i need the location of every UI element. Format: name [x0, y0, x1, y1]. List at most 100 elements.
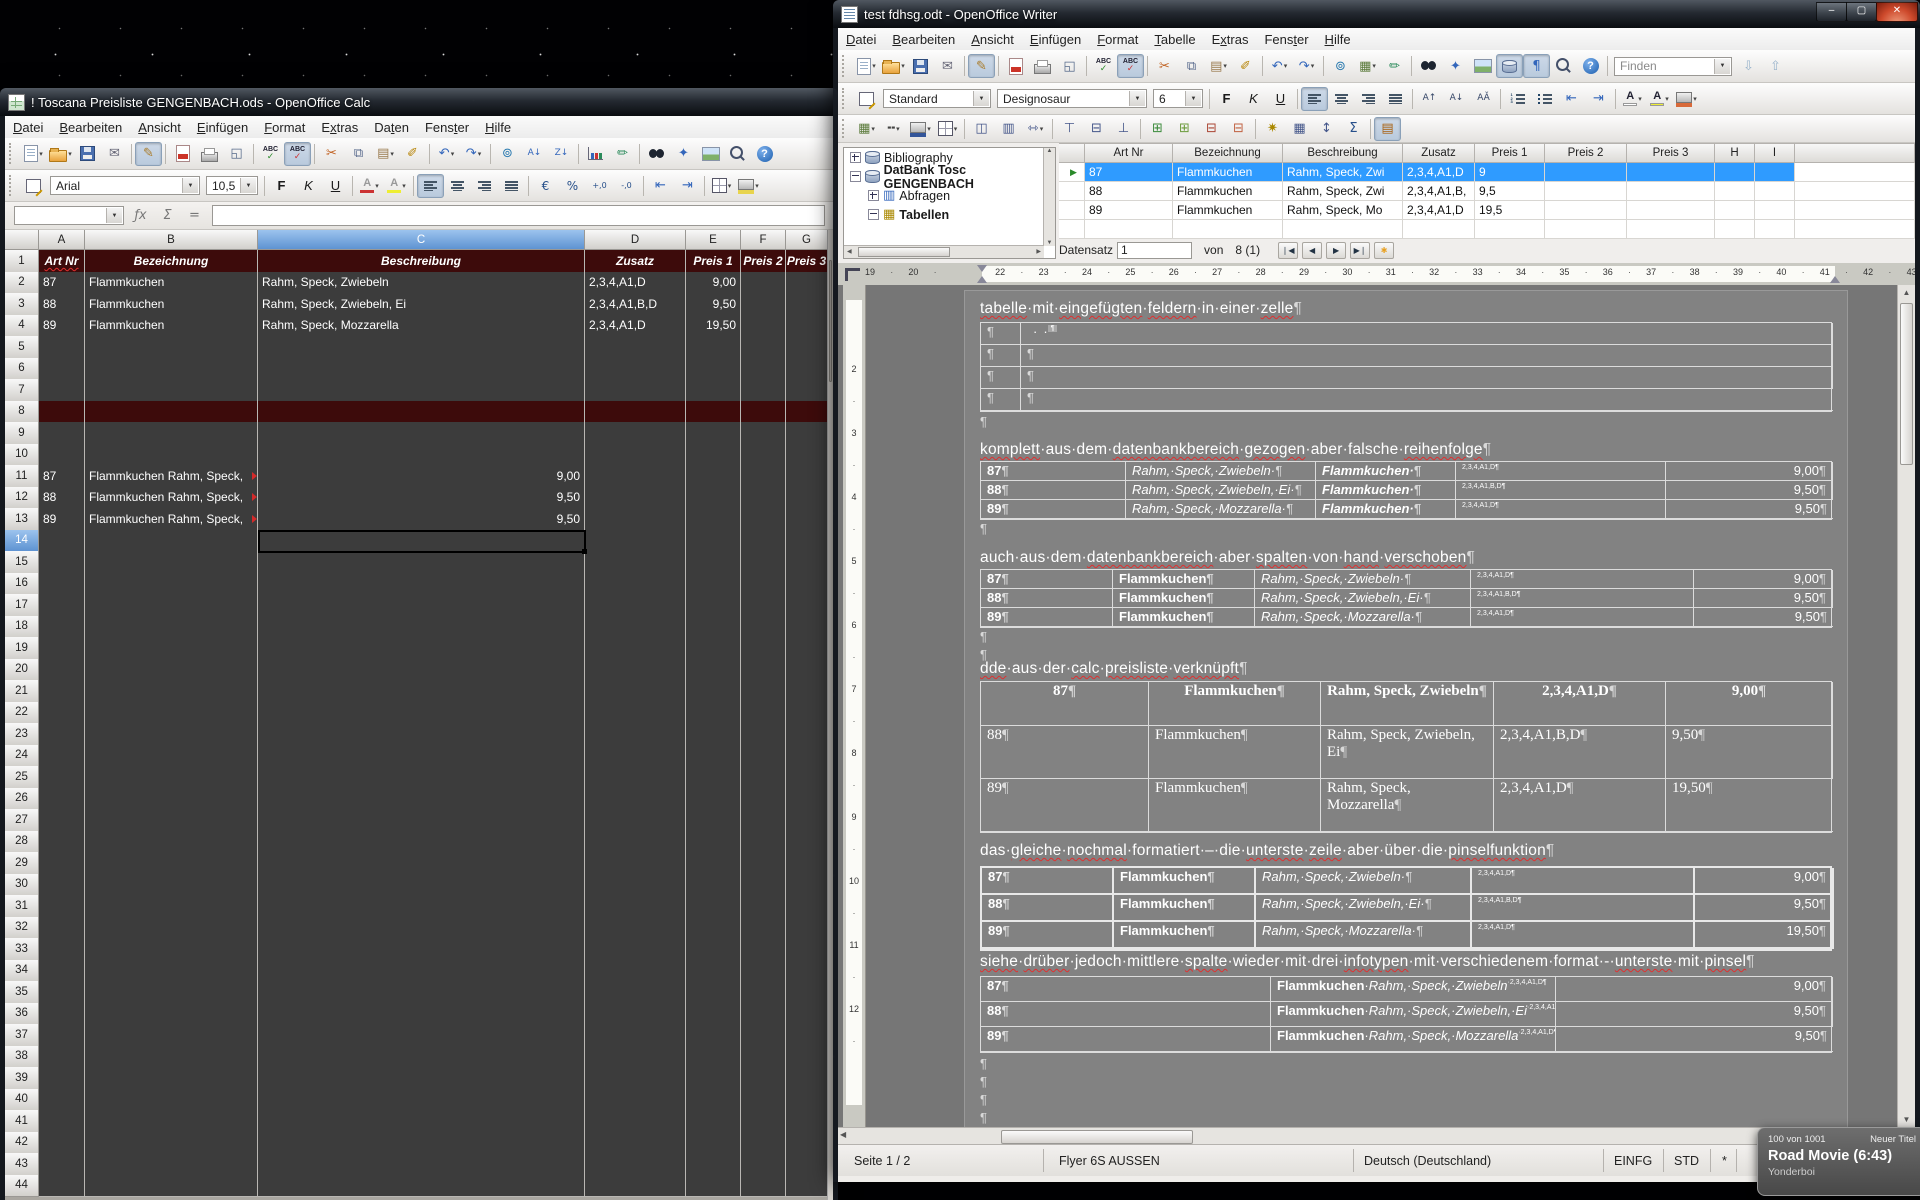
right-indent-marker[interactable] [1830, 276, 1840, 283]
cell-C44[interactable] [258, 1175, 585, 1198]
menu-extras[interactable]: Extras [1204, 30, 1257, 49]
cell-G12[interactable] [786, 487, 828, 510]
doc-table-cell[interactable]: 89¶ [981, 500, 1126, 519]
align-justified-button[interactable] [498, 174, 525, 198]
cell-B30[interactable] [85, 874, 258, 897]
cell-C2[interactable]: Rahm, Speck, Zwiebeln [258, 272, 585, 295]
font-name-combo[interactable]: Designosaur▼ [997, 89, 1147, 108]
background-color-button[interactable]: ▾ [735, 174, 762, 198]
doc-table-cell[interactable]: Flammkuchen·Rahm,·Speck,·Mozzarella·2,3,… [1271, 1027, 1556, 1052]
doc-table-cell[interactable]: Flammkuchen¶ [1113, 570, 1255, 589]
cell-F42[interactable] [741, 1132, 786, 1155]
doc-table-cell[interactable]: Rahm,·Speck,·Zwiebeln,·Ei·¶ [1256, 895, 1472, 922]
doc-table-cell[interactable]: 87¶ [981, 570, 1113, 589]
cell-E22[interactable] [686, 702, 741, 725]
column-header-G[interactable]: G [786, 230, 828, 250]
delete-row-button[interactable]: ⊟ [1198, 117, 1225, 141]
calc-vertical-scrollbar-thumb[interactable] [829, 260, 832, 382]
cell-E35[interactable] [686, 981, 741, 1004]
cell-G33[interactable] [786, 938, 828, 961]
zoom-button[interactable] [1550, 54, 1577, 78]
cell-G24[interactable] [786, 745, 828, 768]
cell-D20[interactable] [585, 659, 686, 682]
selection-mode-field[interactable]: STD [1668, 1145, 1712, 1176]
bold-button[interactable]: F [268, 174, 295, 198]
doc-table[interactable]: 87¶Flammkuchen¶Rahm, Speck, Zwiebeln¶2,3… [980, 681, 1832, 833]
doc-table-cell[interactable]: 89¶ [981, 608, 1113, 627]
doc-table-cell[interactable]: 89¶ [981, 779, 1149, 832]
doc-table-cell[interactable]: 88¶ [981, 1002, 1271, 1027]
doc-heading[interactable]: tabelle·mit·eingefügten·feldern·in·einer… [980, 300, 1302, 318]
toolbar-grip[interactable] [842, 88, 849, 110]
cell-F11[interactable] [741, 465, 786, 488]
cell-B29[interactable] [85, 852, 258, 875]
redo-button[interactable]: ↷▾ [460, 142, 487, 166]
cell-D31[interactable] [585, 895, 686, 918]
borders-dropdown-icon[interactable]: ▾ [728, 182, 732, 190]
align-center-button[interactable] [1328, 87, 1355, 111]
doc-table-cell[interactable]: 9,50¶ [1666, 500, 1833, 519]
grid-corner-box[interactable] [5, 230, 39, 250]
line-color-button[interactable]: ▾ [907, 117, 934, 141]
cell-G34[interactable] [786, 960, 828, 983]
doc-table-cell[interactable]: 9,50¶ [1694, 608, 1833, 627]
cell-F17[interactable] [741, 594, 786, 617]
cell-B1[interactable]: Bezeichnung [85, 250, 258, 273]
cell-D2[interactable]: 2,3,4,A1,D [585, 272, 686, 295]
doc-table-cell[interactable]: ¶ [981, 345, 1021, 367]
cell-A19[interactable] [39, 637, 85, 660]
row-header-34[interactable]: 34 [5, 960, 39, 983]
highlighting-dropdown-icon[interactable]: ▾ [402, 182, 406, 190]
cell-G19[interactable] [786, 637, 828, 660]
doc-table-cell[interactable]: Flammkuchen·Rahm,·Speck,·Zwiebeln,·Ei·2,… [1271, 1002, 1556, 1027]
row-header-5[interactable]: 5 [5, 336, 39, 359]
cell-F13[interactable] [741, 508, 786, 531]
cell-E18[interactable] [686, 616, 741, 639]
cell-C30[interactable] [258, 874, 585, 897]
name-box-dropdown-icon[interactable]: ▼ [106, 208, 122, 223]
new-document-button[interactable]: ▾ [853, 54, 880, 78]
background-color-dropdown-icon[interactable]: ▾ [755, 182, 759, 190]
cell-B43[interactable] [85, 1153, 258, 1176]
open-file-button[interactable]: ▾ [880, 54, 907, 78]
ds-column-header-bezeichnung[interactable]: Bezeichnung [1173, 143, 1283, 163]
cell-A1[interactable]: Art Nr [39, 250, 85, 273]
cell-B15[interactable] [85, 551, 258, 574]
doc-table-cell[interactable]: 9,00¶ [1556, 977, 1833, 1002]
highlighting-dropdown-icon[interactable]: ▾ [1665, 95, 1669, 103]
cell-D3[interactable]: 2,3,4,A1,B,D [585, 293, 686, 316]
cell-E9[interactable] [686, 422, 741, 445]
cell-D34[interactable] [585, 960, 686, 983]
font-name-combo[interactable]: Arial▼ [50, 176, 200, 195]
doc-table-cell[interactable]: ¶ [981, 367, 1021, 389]
empty-paragraph[interactable]: ¶ [980, 629, 987, 644]
cell-F4[interactable] [741, 315, 786, 338]
borders-dropdown-icon[interactable]: ▾ [954, 125, 958, 133]
print-button[interactable] [1029, 54, 1056, 78]
cell-E36[interactable] [686, 1003, 741, 1026]
row-header-32[interactable]: 32 [5, 917, 39, 940]
doc-table-cell[interactable]: Flammkuchen¶ [1149, 682, 1321, 726]
cell-B41[interactable] [85, 1110, 258, 1133]
number-format-add-decimal-button[interactable]: +,0 [586, 174, 613, 198]
cell-G18[interactable] [786, 616, 828, 639]
ds-cell[interactable] [1627, 182, 1715, 201]
cell-D26[interactable] [585, 788, 686, 811]
zoom-button[interactable] [724, 142, 751, 166]
row-header-36[interactable]: 36 [5, 1003, 39, 1026]
cell-C43[interactable] [258, 1153, 585, 1176]
cell-C40[interactable] [258, 1089, 585, 1112]
cell-E31[interactable] [686, 895, 741, 918]
cell-B37[interactable] [85, 1024, 258, 1047]
find-replace-button[interactable] [1415, 54, 1442, 78]
left-indent-marker[interactable] [977, 265, 987, 272]
cell-D6[interactable] [585, 358, 686, 381]
cell-D33[interactable] [585, 938, 686, 961]
open-file-dropdown-icon[interactable]: ▾ [901, 62, 905, 70]
doc-table-cell[interactable]: Flammkuchen·¶ [1316, 500, 1456, 519]
cell-B5[interactable] [85, 336, 258, 359]
cell-A22[interactable] [39, 702, 85, 725]
cell-B33[interactable] [85, 938, 258, 961]
cell-F25[interactable] [741, 766, 786, 789]
edit-file-button[interactable]: ✎ [135, 142, 162, 166]
